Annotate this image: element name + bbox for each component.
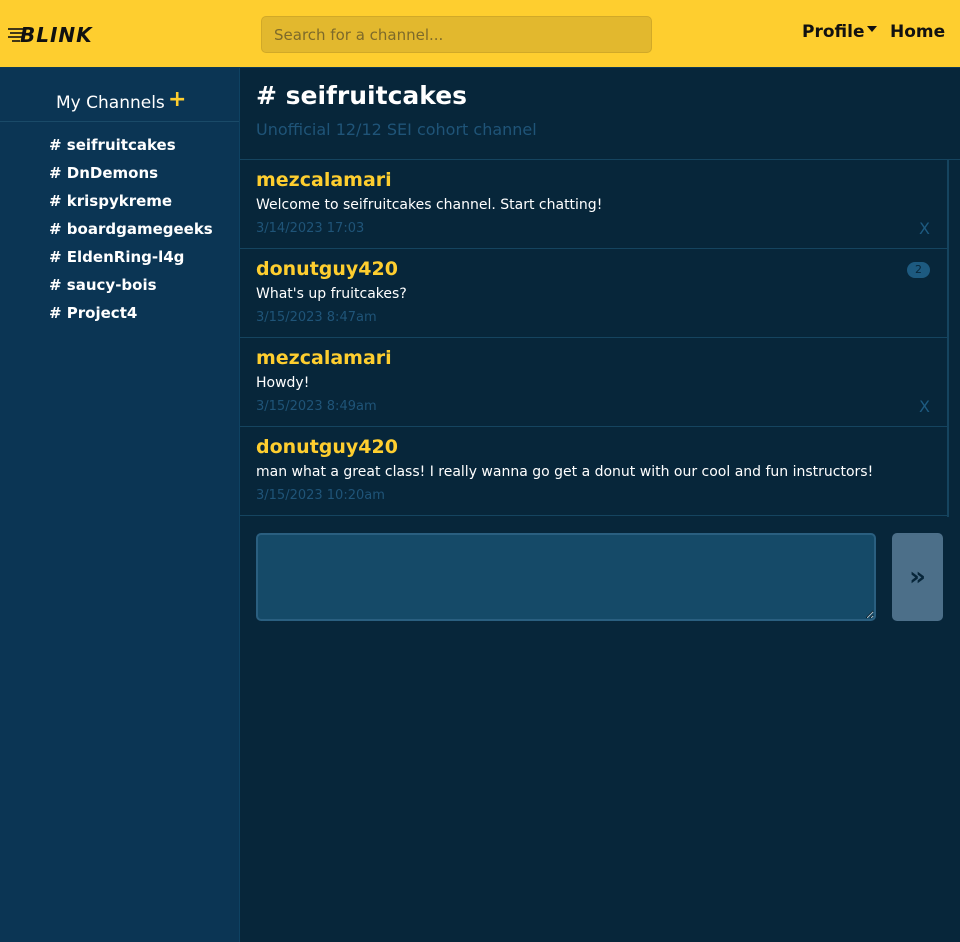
channel-header: # seifruitcakes Unofficial 12/12 SEI coh…: [240, 68, 960, 160]
message-username[interactable]: mezcalamari: [256, 169, 392, 191]
message-item: mezcalamari Howdy! 3/15/2023 8:49am X: [240, 338, 948, 427]
reply-count-badge[interactable]: 2: [907, 262, 930, 278]
delete-message-button[interactable]: X: [919, 219, 930, 238]
send-message-button[interactable]: »: [892, 533, 943, 621]
message-timestamp: 3/15/2023 8:49am: [256, 399, 377, 414]
message-username[interactable]: donutguy420: [256, 258, 398, 280]
sidebar-header: My Channels +: [0, 68, 239, 122]
profile-dropdown[interactable]: Profile: [802, 22, 878, 42]
navbar: BLINK Profile Home: [0, 0, 960, 68]
sidebar: My Channels + # seifruitcakes # DnDemons…: [0, 68, 240, 942]
channel-item[interactable]: # Project4: [49, 304, 213, 332]
message-item: donutguy420 2 What's up fruitcakes? 3/15…: [240, 249, 948, 338]
channel-search-input[interactable]: [261, 16, 652, 53]
message-text: man what a great class! I really wanna g…: [256, 464, 874, 480]
blink-logo[interactable]: BLINK: [8, 23, 112, 47]
message-input[interactable]: [256, 533, 876, 621]
channel-item[interactable]: # EldenRing-l4g: [49, 248, 213, 276]
message-list[interactable]: mezcalamari Welcome to seifruitcakes cha…: [240, 160, 948, 517]
channel-item[interactable]: # krispykreme: [49, 192, 213, 220]
message-text: Welcome to seifruitcakes channel. Start …: [256, 197, 603, 213]
delete-message-button[interactable]: X: [919, 397, 930, 416]
message-item: donutguy420 man what a great class! I re…: [240, 427, 948, 516]
message-timestamp: 3/15/2023 10:20am: [256, 488, 385, 503]
channel-item[interactable]: # saucy-bois: [49, 276, 213, 304]
caret-down-icon: [867, 26, 878, 32]
channel-item[interactable]: # boardgamegeeks: [49, 220, 213, 248]
profile-label: Profile: [802, 22, 865, 42]
message-timestamp: 3/14/2023 17:03: [256, 221, 365, 236]
scrollbar-track[interactable]: [947, 160, 949, 517]
add-channel-icon[interactable]: +: [168, 89, 186, 111]
channel-item[interactable]: # DnDemons: [49, 164, 213, 192]
channel-title: # seifruitcakes: [256, 81, 468, 110]
channel-item[interactable]: # seifruitcakes: [49, 136, 213, 164]
my-channels-heading: My Channels: [56, 93, 165, 113]
channel-list: # seifruitcakes # DnDemons # krispykreme…: [49, 136, 213, 332]
channel-description: Unofficial 12/12 SEI cohort channel: [256, 120, 537, 139]
message-text: Howdy!: [256, 375, 310, 391]
logo-text: BLINK: [20, 23, 93, 45]
message-username[interactable]: mezcalamari: [256, 347, 392, 369]
message-text: What's up fruitcakes?: [256, 286, 407, 302]
message-username[interactable]: donutguy420: [256, 436, 398, 458]
send-icon: »: [909, 562, 926, 592]
home-link[interactable]: Home: [890, 22, 945, 42]
message-item: mezcalamari Welcome to seifruitcakes cha…: [240, 160, 948, 249]
channel-main: # seifruitcakes Unofficial 12/12 SEI coh…: [240, 68, 960, 942]
message-timestamp: 3/15/2023 8:47am: [256, 310, 377, 325]
